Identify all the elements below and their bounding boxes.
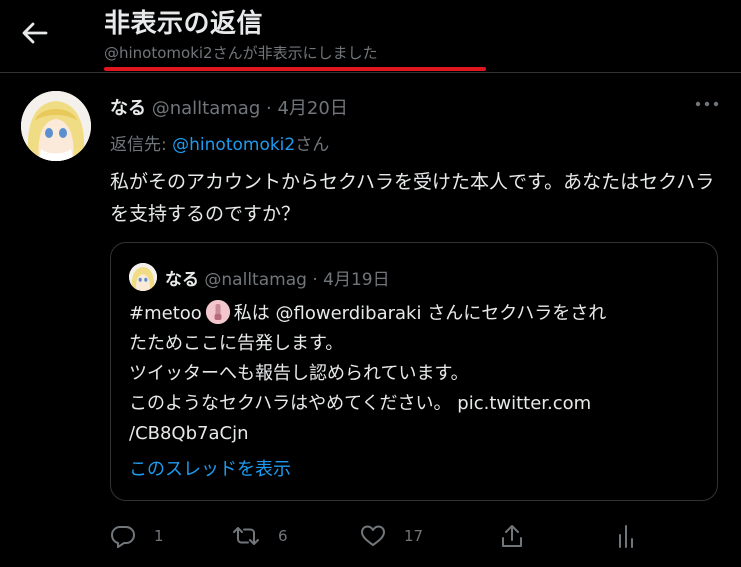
- reply-to-suffix: さん: [295, 135, 330, 155]
- metoo-hashtag[interactable]: #metoo: [129, 303, 202, 324]
- tweet-actions: 1 6 17: [110, 518, 730, 554]
- tweet-header: なる @nalltamag · 4月20日: [110, 94, 348, 120]
- author-name[interactable]: なる: [110, 98, 146, 119]
- quoted-tweet[interactable]: なる @nalltamag · 4月19日 #metoo 私は @flowerdi…: [110, 242, 718, 501]
- tweet-text: 私がそのアカウントからセクハラを受けた本人です。あなたはセクハラを支持するのです…: [110, 171, 715, 225]
- quoted-date: 4月19日: [323, 270, 390, 290]
- analytics-icon: [619, 525, 633, 548]
- quoted-line-2: たためここに告発します。: [129, 333, 344, 354]
- nail-polish-emoji-icon: [205, 300, 230, 324]
- quoted-header: なる @nalltamag · 4月19日: [165, 265, 390, 290]
- quoted-avatar: [129, 263, 157, 291]
- back-arrow-icon[interactable]: [20, 18, 50, 48]
- page-subtitle: @hinotomoki2さんが非表示にしました: [104, 44, 378, 62]
- analytics-button[interactable]: [616, 518, 654, 554]
- heart-icon: [361, 525, 385, 546]
- retweet-button[interactable]: 6: [232, 518, 288, 554]
- show-thread-link[interactable]: このスレッドを表示: [129, 455, 291, 481]
- avatar[interactable]: [21, 91, 91, 161]
- quoted-text: #metoo 私は @flowerdibaraki さんにセクハラをされ たためこ…: [129, 299, 714, 449]
- quoted-author-handle: @nalltamag: [204, 270, 307, 290]
- reply-icon: [110, 526, 136, 548]
- quoted-line-5: /CB8Qb7aCjn: [129, 423, 249, 444]
- quoted-line-4: このようなセクハラはやめてください。 pic.twitter.com: [129, 393, 592, 414]
- retweet-icon: [233, 527, 259, 545]
- reply-button[interactable]: 1: [110, 518, 164, 554]
- reply-count: 1: [154, 527, 164, 545]
- share-button[interactable]: [500, 518, 542, 554]
- quoted-line-1-rest: 私は @flowerdibaraki さんにセクハラをされ: [233, 303, 607, 324]
- quoted-author-name: なる: [165, 270, 199, 290]
- quoted-separator-dot: ·: [312, 270, 318, 290]
- reply-to-prefix: 返信先:: [110, 135, 173, 155]
- like-button[interactable]: 17: [360, 518, 423, 554]
- share-icon: [502, 525, 522, 547]
- quoted-line-1: #metoo 私は @flowerdibaraki さんにセクハラをされ: [129, 299, 714, 329]
- reply-to-mention[interactable]: @hinotomoki2: [172, 135, 295, 155]
- page-header: 非表示の返信 @hinotomoki2さんが非表示にしました: [0, 0, 741, 73]
- quoted-line-3: ツイッターへも報告し認められています。: [129, 363, 469, 384]
- highlight-underline: [104, 67, 486, 71]
- retweet-count: 6: [278, 527, 288, 545]
- separator-dot: ·: [266, 98, 272, 119]
- like-count: 17: [404, 527, 424, 545]
- author-handle[interactable]: @nalltamag: [152, 98, 261, 119]
- reply-to-line: 返信先: @hinotomoki2さん: [110, 130, 329, 155]
- tweet-date[interactable]: 4月20日: [277, 98, 347, 119]
- page-title: 非表示の返信: [104, 9, 264, 39]
- more-options-icon[interactable]: [692, 94, 722, 114]
